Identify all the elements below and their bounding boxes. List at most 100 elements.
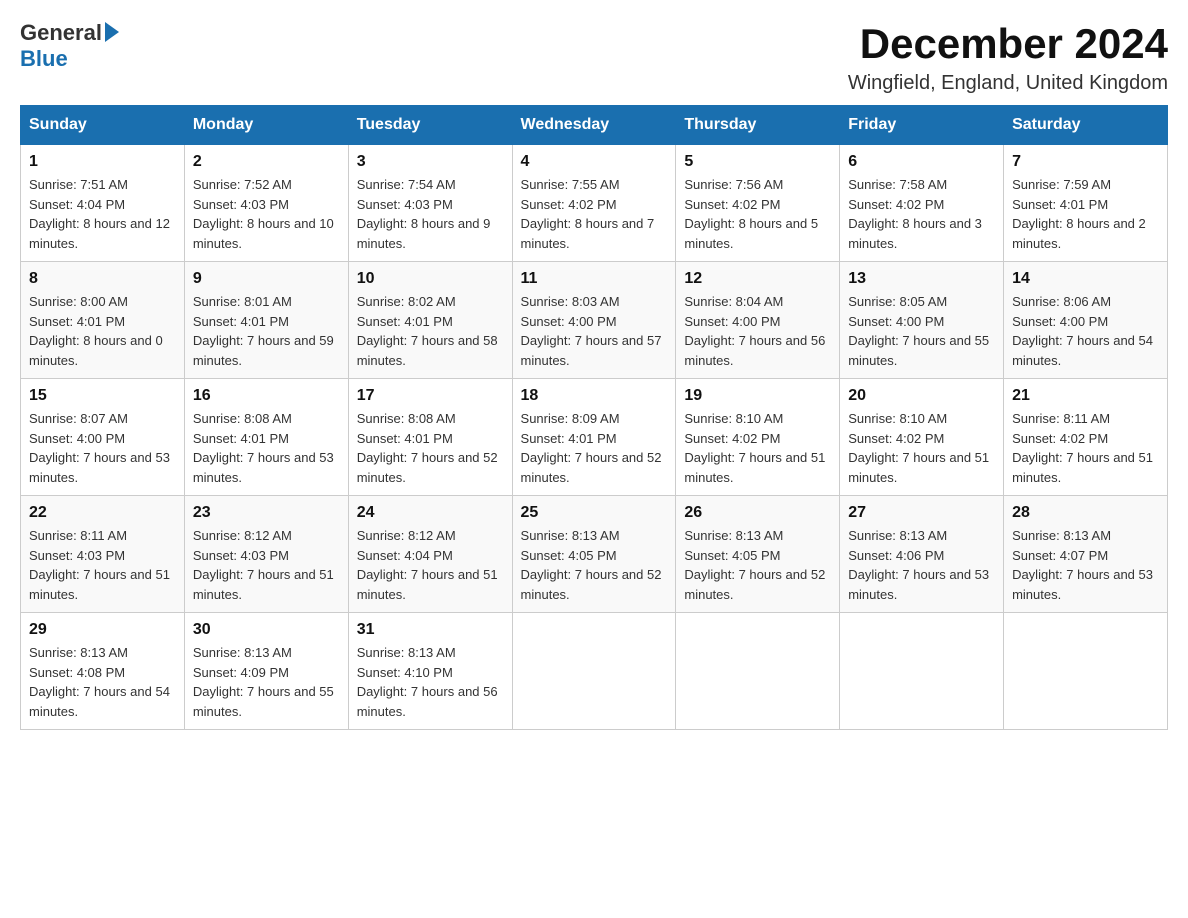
day-number: 23	[193, 504, 340, 522]
day-info: Sunrise: 8:02 AM Sunset: 4:01 PM Dayligh…	[357, 292, 504, 370]
day-info: Sunrise: 8:10 AM Sunset: 4:02 PM Dayligh…	[684, 409, 831, 487]
day-info: Sunrise: 7:55 AM Sunset: 4:02 PM Dayligh…	[521, 175, 668, 253]
day-info: Sunrise: 8:06 AM Sunset: 4:00 PM Dayligh…	[1012, 292, 1159, 370]
logo-arrow-icon	[105, 22, 119, 42]
day-number: 2	[193, 153, 340, 171]
day-info: Sunrise: 8:03 AM Sunset: 4:00 PM Dayligh…	[521, 292, 668, 370]
calendar-header-sunday: Sunday	[21, 106, 185, 145]
day-number: 16	[193, 387, 340, 405]
calendar-day-cell: 1 Sunrise: 7:51 AM Sunset: 4:04 PM Dayli…	[21, 145, 185, 262]
calendar-header-saturday: Saturday	[1004, 106, 1168, 145]
calendar-day-cell: 6 Sunrise: 7:58 AM Sunset: 4:02 PM Dayli…	[840, 145, 1004, 262]
day-info: Sunrise: 8:07 AM Sunset: 4:00 PM Dayligh…	[29, 409, 176, 487]
calendar-day-cell	[512, 613, 676, 730]
calendar-day-cell: 5 Sunrise: 7:56 AM Sunset: 4:02 PM Dayli…	[676, 145, 840, 262]
day-number: 4	[521, 153, 668, 171]
logo-blue-text: Blue	[20, 46, 68, 72]
calendar-day-cell: 18 Sunrise: 8:09 AM Sunset: 4:01 PM Dayl…	[512, 379, 676, 496]
day-number: 1	[29, 153, 176, 171]
day-info: Sunrise: 8:13 AM Sunset: 4:07 PM Dayligh…	[1012, 526, 1159, 604]
day-number: 30	[193, 621, 340, 639]
day-info: Sunrise: 8:13 AM Sunset: 4:08 PM Dayligh…	[29, 643, 176, 721]
calendar-day-cell: 7 Sunrise: 7:59 AM Sunset: 4:01 PM Dayli…	[1004, 145, 1168, 262]
day-number: 20	[848, 387, 995, 405]
day-info: Sunrise: 8:10 AM Sunset: 4:02 PM Dayligh…	[848, 409, 995, 487]
calendar-day-cell: 2 Sunrise: 7:52 AM Sunset: 4:03 PM Dayli…	[184, 145, 348, 262]
day-info: Sunrise: 8:12 AM Sunset: 4:03 PM Dayligh…	[193, 526, 340, 604]
calendar-day-cell: 21 Sunrise: 8:11 AM Sunset: 4:02 PM Dayl…	[1004, 379, 1168, 496]
day-info: Sunrise: 8:13 AM Sunset: 4:05 PM Dayligh…	[684, 526, 831, 604]
day-info: Sunrise: 8:01 AM Sunset: 4:01 PM Dayligh…	[193, 292, 340, 370]
day-number: 24	[357, 504, 504, 522]
calendar-week-row: 29 Sunrise: 8:13 AM Sunset: 4:08 PM Dayl…	[21, 613, 1168, 730]
day-info: Sunrise: 8:05 AM Sunset: 4:00 PM Dayligh…	[848, 292, 995, 370]
day-number: 17	[357, 387, 504, 405]
day-number: 13	[848, 270, 995, 288]
page-header: General Blue December 2024 Wingfield, En…	[20, 20, 1168, 95]
title-section: December 2024 Wingfield, England, United…	[848, 20, 1168, 95]
calendar-header-row: SundayMondayTuesdayWednesdayThursdayFrid…	[21, 106, 1168, 145]
day-number: 25	[521, 504, 668, 522]
day-number: 19	[684, 387, 831, 405]
day-info: Sunrise: 7:58 AM Sunset: 4:02 PM Dayligh…	[848, 175, 995, 253]
calendar-table: SundayMondayTuesdayWednesdayThursdayFrid…	[20, 105, 1168, 730]
calendar-day-cell: 27 Sunrise: 8:13 AM Sunset: 4:06 PM Dayl…	[840, 496, 1004, 613]
calendar-day-cell: 25 Sunrise: 8:13 AM Sunset: 4:05 PM Dayl…	[512, 496, 676, 613]
day-info: Sunrise: 8:00 AM Sunset: 4:01 PM Dayligh…	[29, 292, 176, 370]
month-title: December 2024	[848, 20, 1168, 68]
calendar-header-monday: Monday	[184, 106, 348, 145]
calendar-day-cell: 3 Sunrise: 7:54 AM Sunset: 4:03 PM Dayli…	[348, 145, 512, 262]
calendar-day-cell: 20 Sunrise: 8:10 AM Sunset: 4:02 PM Dayl…	[840, 379, 1004, 496]
day-number: 22	[29, 504, 176, 522]
calendar-day-cell: 9 Sunrise: 8:01 AM Sunset: 4:01 PM Dayli…	[184, 262, 348, 379]
day-info: Sunrise: 7:51 AM Sunset: 4:04 PM Dayligh…	[29, 175, 176, 253]
calendar-day-cell: 24 Sunrise: 8:12 AM Sunset: 4:04 PM Dayl…	[348, 496, 512, 613]
calendar-header-thursday: Thursday	[676, 106, 840, 145]
day-number: 10	[357, 270, 504, 288]
day-number: 26	[684, 504, 831, 522]
day-info: Sunrise: 7:59 AM Sunset: 4:01 PM Dayligh…	[1012, 175, 1159, 253]
day-number: 28	[1012, 504, 1159, 522]
day-number: 27	[848, 504, 995, 522]
day-number: 7	[1012, 153, 1159, 171]
day-number: 21	[1012, 387, 1159, 405]
calendar-day-cell: 22 Sunrise: 8:11 AM Sunset: 4:03 PM Dayl…	[21, 496, 185, 613]
calendar-week-row: 8 Sunrise: 8:00 AM Sunset: 4:01 PM Dayli…	[21, 262, 1168, 379]
calendar-day-cell: 26 Sunrise: 8:13 AM Sunset: 4:05 PM Dayl…	[676, 496, 840, 613]
calendar-header-friday: Friday	[840, 106, 1004, 145]
calendar-week-row: 1 Sunrise: 7:51 AM Sunset: 4:04 PM Dayli…	[21, 145, 1168, 262]
location-text: Wingfield, England, United Kingdom	[848, 72, 1168, 95]
calendar-week-row: 15 Sunrise: 8:07 AM Sunset: 4:00 PM Dayl…	[21, 379, 1168, 496]
calendar-day-cell: 16 Sunrise: 8:08 AM Sunset: 4:01 PM Dayl…	[184, 379, 348, 496]
logo-general-text: General	[20, 20, 102, 46]
day-info: Sunrise: 7:56 AM Sunset: 4:02 PM Dayligh…	[684, 175, 831, 253]
day-info: Sunrise: 8:13 AM Sunset: 4:05 PM Dayligh…	[521, 526, 668, 604]
day-info: Sunrise: 8:04 AM Sunset: 4:00 PM Dayligh…	[684, 292, 831, 370]
calendar-day-cell: 30 Sunrise: 8:13 AM Sunset: 4:09 PM Dayl…	[184, 613, 348, 730]
day-number: 18	[521, 387, 668, 405]
calendar-day-cell: 15 Sunrise: 8:07 AM Sunset: 4:00 PM Dayl…	[21, 379, 185, 496]
calendar-day-cell: 13 Sunrise: 8:05 AM Sunset: 4:00 PM Dayl…	[840, 262, 1004, 379]
day-info: Sunrise: 8:13 AM Sunset: 4:06 PM Dayligh…	[848, 526, 995, 604]
calendar-day-cell: 31 Sunrise: 8:13 AM Sunset: 4:10 PM Dayl…	[348, 613, 512, 730]
day-info: Sunrise: 7:52 AM Sunset: 4:03 PM Dayligh…	[193, 175, 340, 253]
day-number: 12	[684, 270, 831, 288]
calendar-day-cell: 17 Sunrise: 8:08 AM Sunset: 4:01 PM Dayl…	[348, 379, 512, 496]
calendar-day-cell	[676, 613, 840, 730]
calendar-day-cell: 10 Sunrise: 8:02 AM Sunset: 4:01 PM Dayl…	[348, 262, 512, 379]
calendar-week-row: 22 Sunrise: 8:11 AM Sunset: 4:03 PM Dayl…	[21, 496, 1168, 613]
day-info: Sunrise: 8:11 AM Sunset: 4:03 PM Dayligh…	[29, 526, 176, 604]
calendar-day-cell: 12 Sunrise: 8:04 AM Sunset: 4:00 PM Dayl…	[676, 262, 840, 379]
day-number: 31	[357, 621, 504, 639]
calendar-day-cell: 11 Sunrise: 8:03 AM Sunset: 4:00 PM Dayl…	[512, 262, 676, 379]
calendar-day-cell	[1004, 613, 1168, 730]
day-info: Sunrise: 8:08 AM Sunset: 4:01 PM Dayligh…	[357, 409, 504, 487]
day-number: 6	[848, 153, 995, 171]
calendar-header-tuesday: Tuesday	[348, 106, 512, 145]
day-number: 15	[29, 387, 176, 405]
calendar-day-cell: 8 Sunrise: 8:00 AM Sunset: 4:01 PM Dayli…	[21, 262, 185, 379]
calendar-day-cell: 28 Sunrise: 8:13 AM Sunset: 4:07 PM Dayl…	[1004, 496, 1168, 613]
day-info: Sunrise: 7:54 AM Sunset: 4:03 PM Dayligh…	[357, 175, 504, 253]
day-number: 8	[29, 270, 176, 288]
day-info: Sunrise: 8:08 AM Sunset: 4:01 PM Dayligh…	[193, 409, 340, 487]
